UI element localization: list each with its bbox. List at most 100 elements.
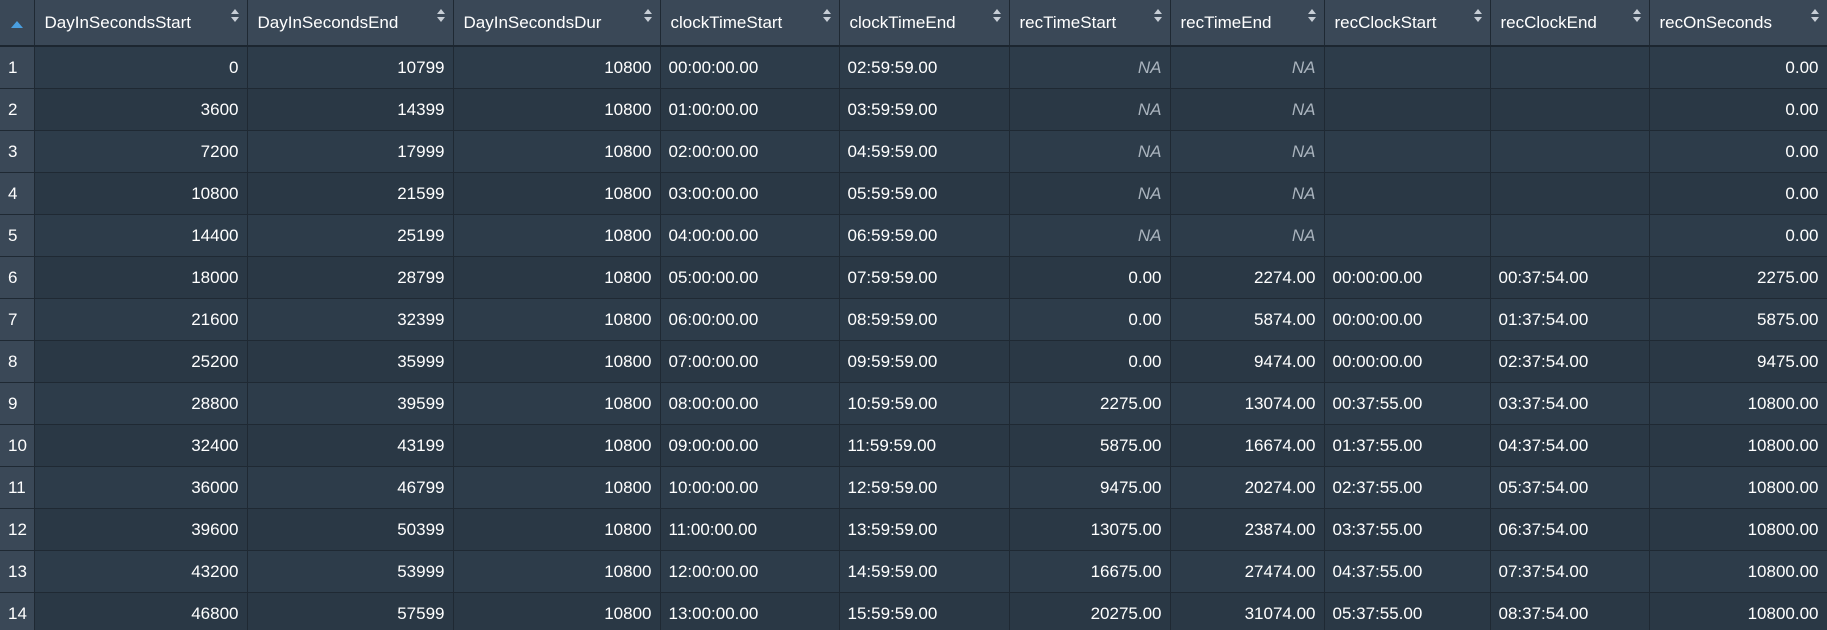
column-header-DayInSecondsDur[interactable]: DayInSecondsDur [453, 0, 661, 47]
sort-toggle-icon[interactable] [1632, 9, 1641, 25]
cell-DayInSecondsDur: 10800 [453, 508, 661, 551]
table-row[interactable]: 10 32400 43199 10800 09:00:00.00 11:59:59.00 5… [0, 424, 1827, 467]
sort-toggle-icon[interactable] [230, 9, 239, 25]
column-header-DayInSecondsStart[interactable]: DayInSecondsStart [34, 0, 248, 47]
column-header-recOnSeconds[interactable]: recOnSeconds [1649, 0, 1827, 47]
sort-toggle-icon[interactable] [1810, 9, 1819, 25]
cell-clockTimeStart: 02:00:00.00 [660, 130, 840, 173]
cell-recTimeStart: NA [1009, 46, 1171, 89]
table-row[interactable]: 9 28800 39599 10800 08:00:00.00 10:59:59.00 22… [0, 382, 1827, 425]
header-row: DayInSecondsStart DayInSecondsEnd DayInSec… [0, 0, 1827, 47]
column-header-clockTimeStart[interactable]: clockTimeStart [660, 0, 840, 47]
table-row[interactable]: 7 21600 32399 10800 06:00:00.00 08:59:59.00 0.… [0, 298, 1827, 341]
cell-clockTimeEnd: 03:59:59.00 [839, 88, 1010, 131]
cell-recTimeEnd: NA [1170, 214, 1325, 257]
sort-toggle-icon[interactable] [1307, 9, 1316, 25]
cell-recClockEnd [1490, 214, 1650, 257]
row-index: 8 [0, 340, 35, 383]
cell-recTimeEnd: 27474.00 [1170, 550, 1325, 593]
cell-recTimeStart: 20275.00 [1009, 592, 1171, 630]
cell-DayInSecondsDur: 10800 [453, 256, 661, 299]
cell-clockTimeEnd: 07:59:59.00 [839, 256, 1010, 299]
cell-clockTimeEnd: 11:59:59.00 [839, 424, 1010, 467]
column-header-recTimeStart[interactable]: recTimeStart [1009, 0, 1171, 47]
cell-clockTimeStart: 10:00:00.00 [660, 466, 840, 509]
cell-DayInSecondsStart: 36000 [34, 466, 248, 509]
cell-clockTimeStart: 05:00:00.00 [660, 256, 840, 299]
column-header-label: DayInSecondsEnd [257, 12, 399, 32]
column-header-label: recOnSeconds [1659, 12, 1772, 32]
cell-recClockEnd [1490, 46, 1650, 89]
table-row[interactable]: 8 25200 35999 10800 07:00:00.00 09:59:59.00 0.… [0, 340, 1827, 383]
row-index: 11 [0, 466, 35, 509]
cell-DayInSecondsStart: 3600 [34, 88, 248, 131]
table-row[interactable]: 13 43200 53999 10800 12:00:00.00 14:59:59.00 1… [0, 550, 1827, 593]
sort-toggle-icon[interactable] [1473, 9, 1482, 25]
table-row[interactable]: 12 39600 50399 10800 11:00:00.00 13:59:59.00 1… [0, 508, 1827, 551]
table-row[interactable]: 4 10800 21599 10800 03:00:00.00 05:59:59.00 NA… [0, 172, 1827, 215]
cell-recTimeEnd: 13074.00 [1170, 382, 1325, 425]
cell-DayInSecondsEnd: 25199 [247, 214, 454, 257]
cell-DayInSecondsStart: 10800 [34, 172, 248, 215]
cell-recTimeStart: 0.00 [1009, 340, 1171, 383]
column-header-label: DayInSecondsStart [44, 12, 191, 32]
sort-toggle-icon[interactable] [992, 9, 1001, 25]
cell-recClockStart: 00:00:00.00 [1324, 256, 1491, 299]
row-index: 7 [0, 298, 35, 341]
cell-DayInSecondsDur: 10800 [453, 550, 661, 593]
column-header-recTimeEnd[interactable]: recTimeEnd [1170, 0, 1325, 47]
cell-clockTimeEnd: 09:59:59.00 [839, 340, 1010, 383]
cell-recClockEnd: 05:37:54.00 [1490, 466, 1650, 509]
table-row[interactable]: 11 36000 46799 10800 10:00:00.00 12:59:59.00 9… [0, 466, 1827, 509]
cell-recClockStart: 03:37:55.00 [1324, 508, 1491, 551]
cell-recOnSeconds: 5875.00 [1649, 298, 1827, 341]
cell-DayInSecondsEnd: 17999 [247, 130, 454, 173]
cell-DayInSecondsDur: 10800 [453, 130, 661, 173]
sort-toggle-icon[interactable] [1153, 9, 1162, 25]
table-row[interactable]: 3 7200 17999 10800 02:00:00.00 04:59:59.00 NA N… [0, 130, 1827, 173]
row-index-header[interactable] [0, 0, 35, 47]
sort-toggle-icon[interactable] [822, 9, 831, 25]
table-row[interactable]: 5 14400 25199 10800 04:00:00.00 06:59:59.00 NA… [0, 214, 1827, 257]
column-header-clockTimeEnd[interactable]: clockTimeEnd [839, 0, 1010, 47]
cell-clockTimeEnd: 12:59:59.00 [839, 466, 1010, 509]
cell-recTimeEnd: NA [1170, 88, 1325, 131]
table-row[interactable]: 1 0 10799 10800 00:00:00.00 02:59:59.00 NA NA 0.… [0, 46, 1827, 89]
cell-DayInSecondsEnd: 39599 [247, 382, 454, 425]
cell-recClockEnd: 00:37:54.00 [1490, 256, 1650, 299]
cell-DayInSecondsDur: 10800 [453, 340, 661, 383]
cell-clockTimeStart: 03:00:00.00 [660, 172, 840, 215]
cell-DayInSecondsStart: 32400 [34, 424, 248, 467]
cell-recTimeStart: 9475.00 [1009, 466, 1171, 509]
sort-toggle-icon[interactable] [643, 9, 652, 25]
cell-recTimeStart: NA [1009, 172, 1171, 215]
cell-recTimeStart: 0.00 [1009, 256, 1171, 299]
row-index: 10 [0, 424, 35, 467]
cell-clockTimeEnd: 02:59:59.00 [839, 46, 1010, 89]
cell-clockTimeStart: 12:00:00.00 [660, 550, 840, 593]
cell-recClockEnd [1490, 88, 1650, 131]
cell-recClockStart: 01:37:55.00 [1324, 424, 1491, 467]
cell-recTimeStart: 2275.00 [1009, 382, 1171, 425]
cell-recClockStart: 04:37:55.00 [1324, 550, 1491, 593]
cell-recClockEnd: 08:37:54.00 [1490, 592, 1650, 630]
cell-recClockStart: 00:00:00.00 [1324, 340, 1491, 383]
table-row[interactable]: 2 3600 14399 10800 01:00:00.00 03:59:59.00 NA N… [0, 88, 1827, 131]
sort-toggle-icon[interactable] [436, 9, 445, 25]
cell-clockTimeEnd: 08:59:59.00 [839, 298, 1010, 341]
cell-clockTimeEnd: 14:59:59.00 [839, 550, 1010, 593]
cell-recOnSeconds: 0.00 [1649, 214, 1827, 257]
row-index: 14 [0, 592, 35, 630]
cell-DayInSecondsStart: 28800 [34, 382, 248, 425]
table-row[interactable]: 14 46800 57599 10800 13:00:00.00 15:59:59.00 2… [0, 592, 1827, 630]
column-header-recClockStart[interactable]: recClockStart [1324, 0, 1491, 47]
cell-recTimeStart: NA [1009, 130, 1171, 173]
cell-clockTimeStart: 01:00:00.00 [660, 88, 840, 131]
column-header-DayInSecondsEnd[interactable]: DayInSecondsEnd [247, 0, 454, 47]
cell-recTimeEnd: 2274.00 [1170, 256, 1325, 299]
cell-clockTimeEnd: 04:59:59.00 [839, 130, 1010, 173]
cell-recOnSeconds: 9475.00 [1649, 340, 1827, 383]
column-header-recClockEnd[interactable]: recClockEnd [1490, 0, 1650, 47]
cell-DayInSecondsStart: 0 [34, 46, 248, 89]
table-row[interactable]: 6 18000 28799 10800 05:00:00.00 07:59:59.00 0.… [0, 256, 1827, 299]
